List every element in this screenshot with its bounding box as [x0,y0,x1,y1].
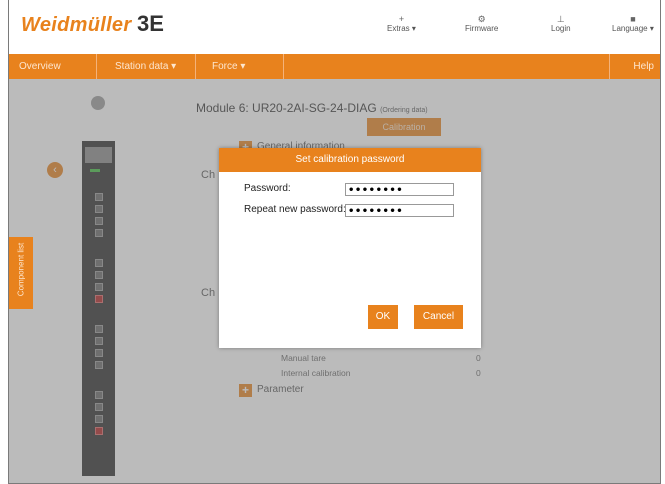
dialog-title: Set calibration password [219,148,481,172]
chat-icon: ■ [630,14,636,24]
language-menu[interactable]: ■ Language ▾ [612,14,654,33]
header: Weidmüller 3E + Extras ▾ ⚙ Firmware ⊥ Lo… [9,0,660,46]
app-frame: Weidmüller 3E + Extras ▾ ⚙ Firmware ⊥ Lo… [8,0,661,484]
firmware-link[interactable]: ⚙ Firmware [465,14,498,33]
nav-force[interactable]: Force ▾ [196,54,284,79]
nav-overview[interactable]: Overview [9,54,97,79]
ok-button[interactable]: OK [368,305,398,329]
extras-menu[interactable]: + Extras ▾ [387,14,416,33]
plus-icon: + [398,14,405,24]
gear-icon: ⚙ [477,14,486,24]
cancel-button[interactable]: Cancel [414,305,463,329]
nav-help[interactable]: Help [609,54,660,79]
brand-logo: Weidmüller [21,14,132,36]
firmware-label: Firmware [465,24,499,33]
calibration-password-dialog: Set calibration password Password: •••••… [219,148,481,348]
brand-mark-icon: 3E [137,11,164,36]
extras-label: Extras ▾ [387,24,416,33]
component-list-tab[interactable]: Component list [9,237,33,309]
main-navbar: Overview Station data ▾ Force ▾ Help [9,54,660,79]
login-label: Login [551,24,571,33]
user-icon: ⊥ [556,14,565,24]
component-list-label: Component list [16,242,26,297]
login-link[interactable]: ⊥ Login [551,14,571,33]
repeat-password-label: Repeat new password: [244,204,346,215]
password-field[interactable]: •••••••• [345,183,454,196]
language-label: Language ▾ [612,24,654,33]
repeat-password-field[interactable]: •••••••• [345,204,454,217]
password-label: Password: [244,183,291,194]
nav-station-data[interactable]: Station data ▾ [97,54,196,79]
